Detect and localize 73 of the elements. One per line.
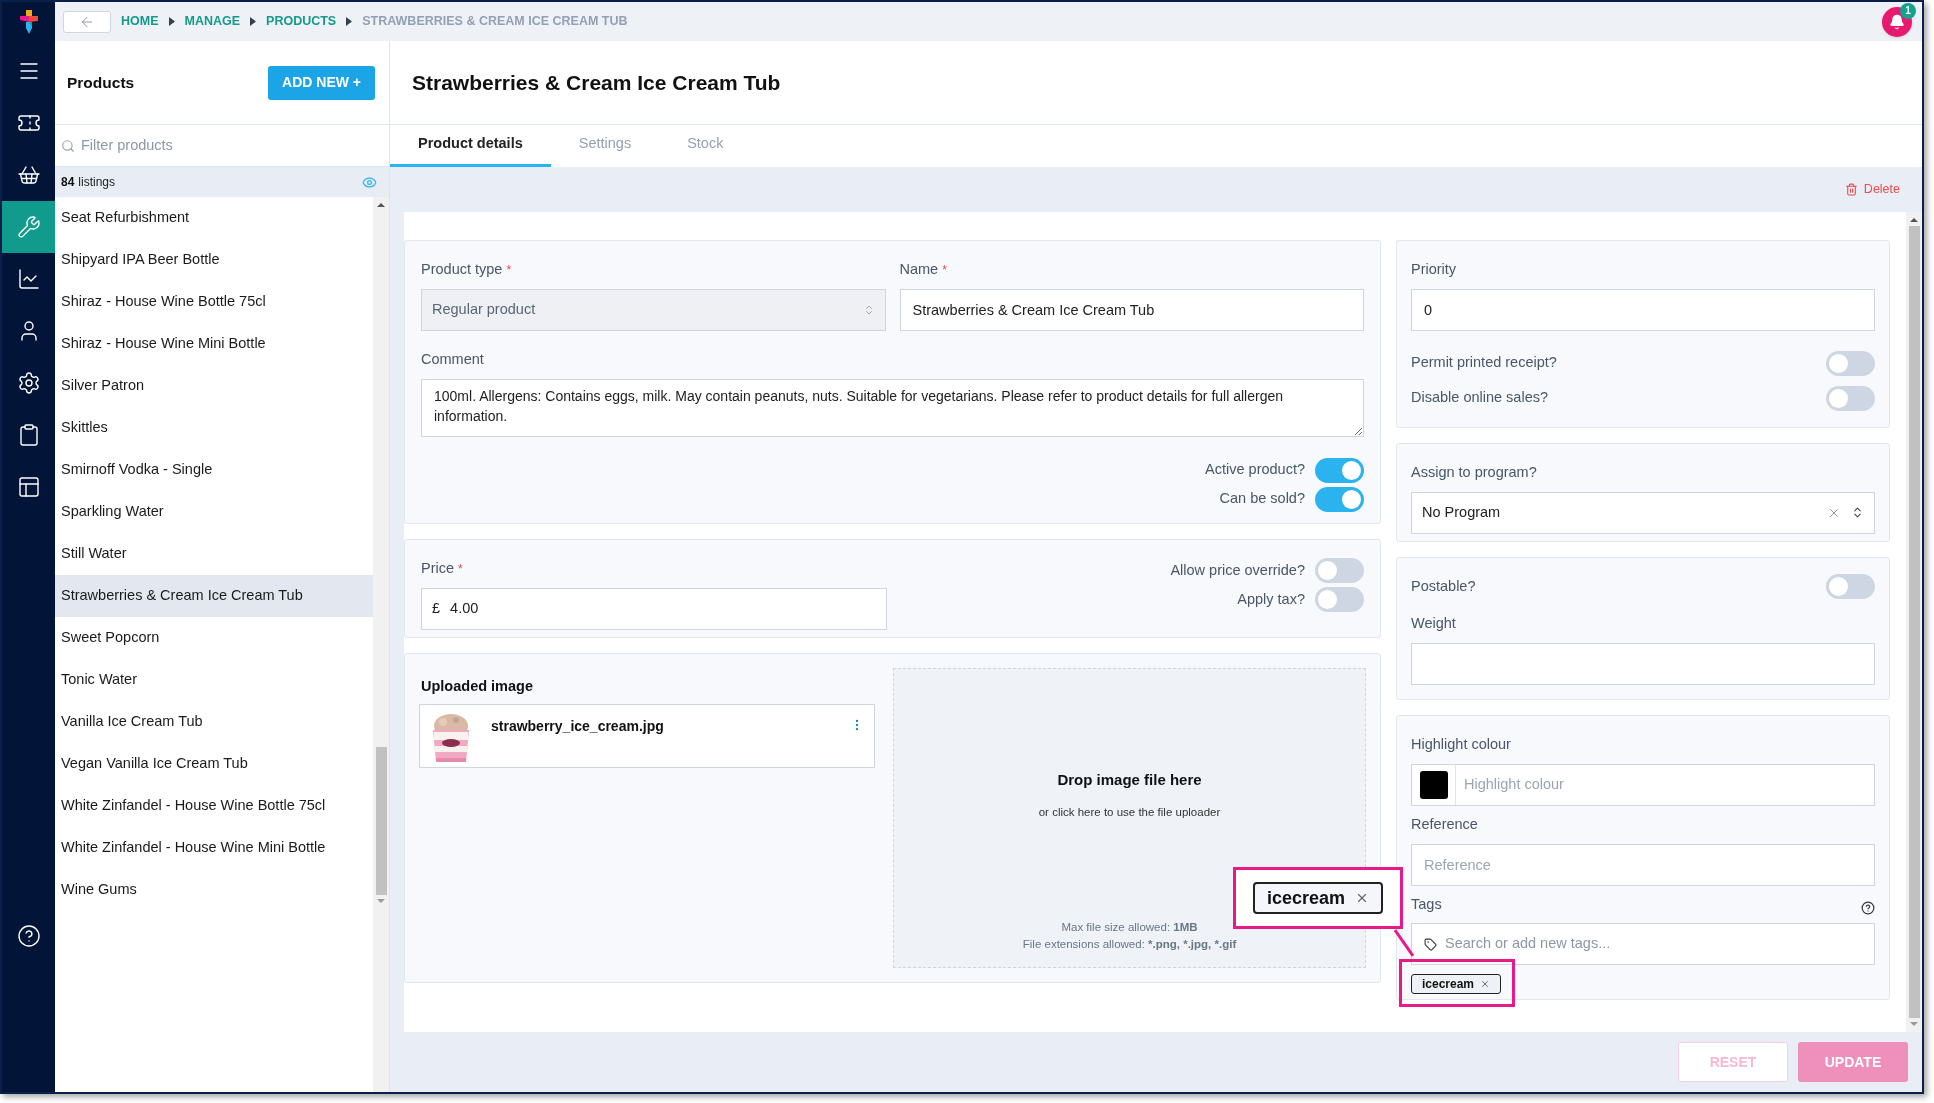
logo-icon <box>19 9 38 34</box>
listing-label: listings <box>78 174 116 191</box>
search-icon <box>61 138 75 153</box>
scrollbar[interactable] <box>373 197 389 1092</box>
toggle-label: Active product? <box>1205 460 1305 480</box>
remove-icon <box>1480 979 1491 990</box>
layout-icon <box>16 475 41 499</box>
section-heading: Uploaded image <box>420 677 534 696</box>
wrench-icon <box>16 215 41 239</box>
toggle-label: Postable? <box>1411 576 1476 596</box>
product-list-item[interactable]: Strawberries & Cream Ice Cream Tub <box>55 575 373 617</box>
help-icon <box>16 924 41 948</box>
tag-chip: icecream <box>1411 974 1502 995</box>
settings-icon <box>16 371 41 395</box>
back-button[interactable] <box>63 10 111 33</box>
comment-field[interactable]: 100ml. Allergens: Contains eggs, milk. May contain peanuts, nuts. Suitable for vegetarians. Please refer to product details for full allergen information. <box>421 378 1364 437</box>
file-size-note: Max file size allowed: 1MB <box>1061 919 1198 935</box>
field-label: Weight <box>1411 614 1456 633</box>
file-name: strawberry_ice_cream.jpg <box>491 716 665 736</box>
field-label: Reference <box>1411 814 1478 834</box>
field-label: Tags <box>1411 894 1442 914</box>
toggle-label: Permit printed receipt? <box>1411 353 1557 373</box>
trash-icon <box>1844 183 1858 196</box>
eye-icon <box>362 174 377 190</box>
toggle-switch[interactable] <box>1315 486 1364 512</box>
scrollbar[interactable] <box>1906 212 1922 1032</box>
scroll-thumb[interactable] <box>375 747 387 895</box>
dropzone-hint: or click here to use the file uploader <box>1038 804 1221 820</box>
chevrons-icon <box>1851 506 1864 520</box>
currency-symbol: £ <box>432 598 441 618</box>
caret-icon <box>168 17 175 26</box>
reference-field[interactable]: Reference <box>1411 843 1875 886</box>
field-label: Price <box>421 559 455 578</box>
field-label: Comment <box>421 349 484 369</box>
price-field[interactable]: £ 4.00 <box>421 587 887 630</box>
dropzone-title: Drop image file here <box>1057 770 1202 790</box>
tag-icon <box>1424 937 1437 951</box>
toggle-switch[interactable] <box>1315 457 1364 483</box>
name-field[interactable]: Strawberries & Cream Ice Cream Tub <box>899 288 1364 331</box>
toggle-switch[interactable] <box>1315 587 1364 612</box>
toggle-label: Allow price override? <box>1170 560 1305 580</box>
priority-field[interactable]: 0 <box>1411 288 1875 331</box>
file-types-note: File extensions allowed: *.png, *.jpg, *.gif <box>1022 936 1237 952</box>
product-title: Strawberries & Cream Ice Cream Tub <box>412 69 781 96</box>
toggle-label: Can be sold? <box>1219 489 1305 509</box>
caret-icon <box>250 17 257 26</box>
tab[interactable]: Product details <box>390 124 551 167</box>
tag-chip: icecream <box>1252 882 1384 914</box>
field-label: Assign to program? <box>1411 463 1537 482</box>
caret-icon <box>346 17 353 26</box>
field-label: Product type <box>421 260 503 279</box>
notification-badge: 1 <box>1900 2 1916 19</box>
help-icon <box>1861 901 1875 916</box>
required-mark: * <box>942 261 947 279</box>
toggle-switch[interactable] <box>1826 350 1875 376</box>
bell-icon <box>1889 13 1905 30</box>
toggle-switch[interactable] <box>1826 574 1875 599</box>
toggle-label: Apply tax? <box>1237 589 1305 609</box>
panel-title: Products <box>67 72 135 93</box>
weight-field[interactable] <box>1411 642 1875 685</box>
field-label: Highlight colour <box>1411 735 1511 754</box>
scroll-thumb[interactable] <box>1908 226 1920 1018</box>
listing-count: 84 <box>61 174 75 191</box>
notification-button[interactable] <box>1882 6 1912 37</box>
field-label: Priority <box>1411 260 1457 279</box>
program-select[interactable]: No Program <box>1411 491 1875 534</box>
toggle-switch[interactable] <box>1826 385 1875 411</box>
toggle-switch[interactable] <box>1315 558 1364 583</box>
chart-icon <box>16 267 41 291</box>
field-label: Name <box>899 260 939 279</box>
toggle-label: Disable online sales? <box>1411 388 1549 408</box>
required-mark: * <box>506 261 512 279</box>
required-mark: * <box>458 560 463 578</box>
